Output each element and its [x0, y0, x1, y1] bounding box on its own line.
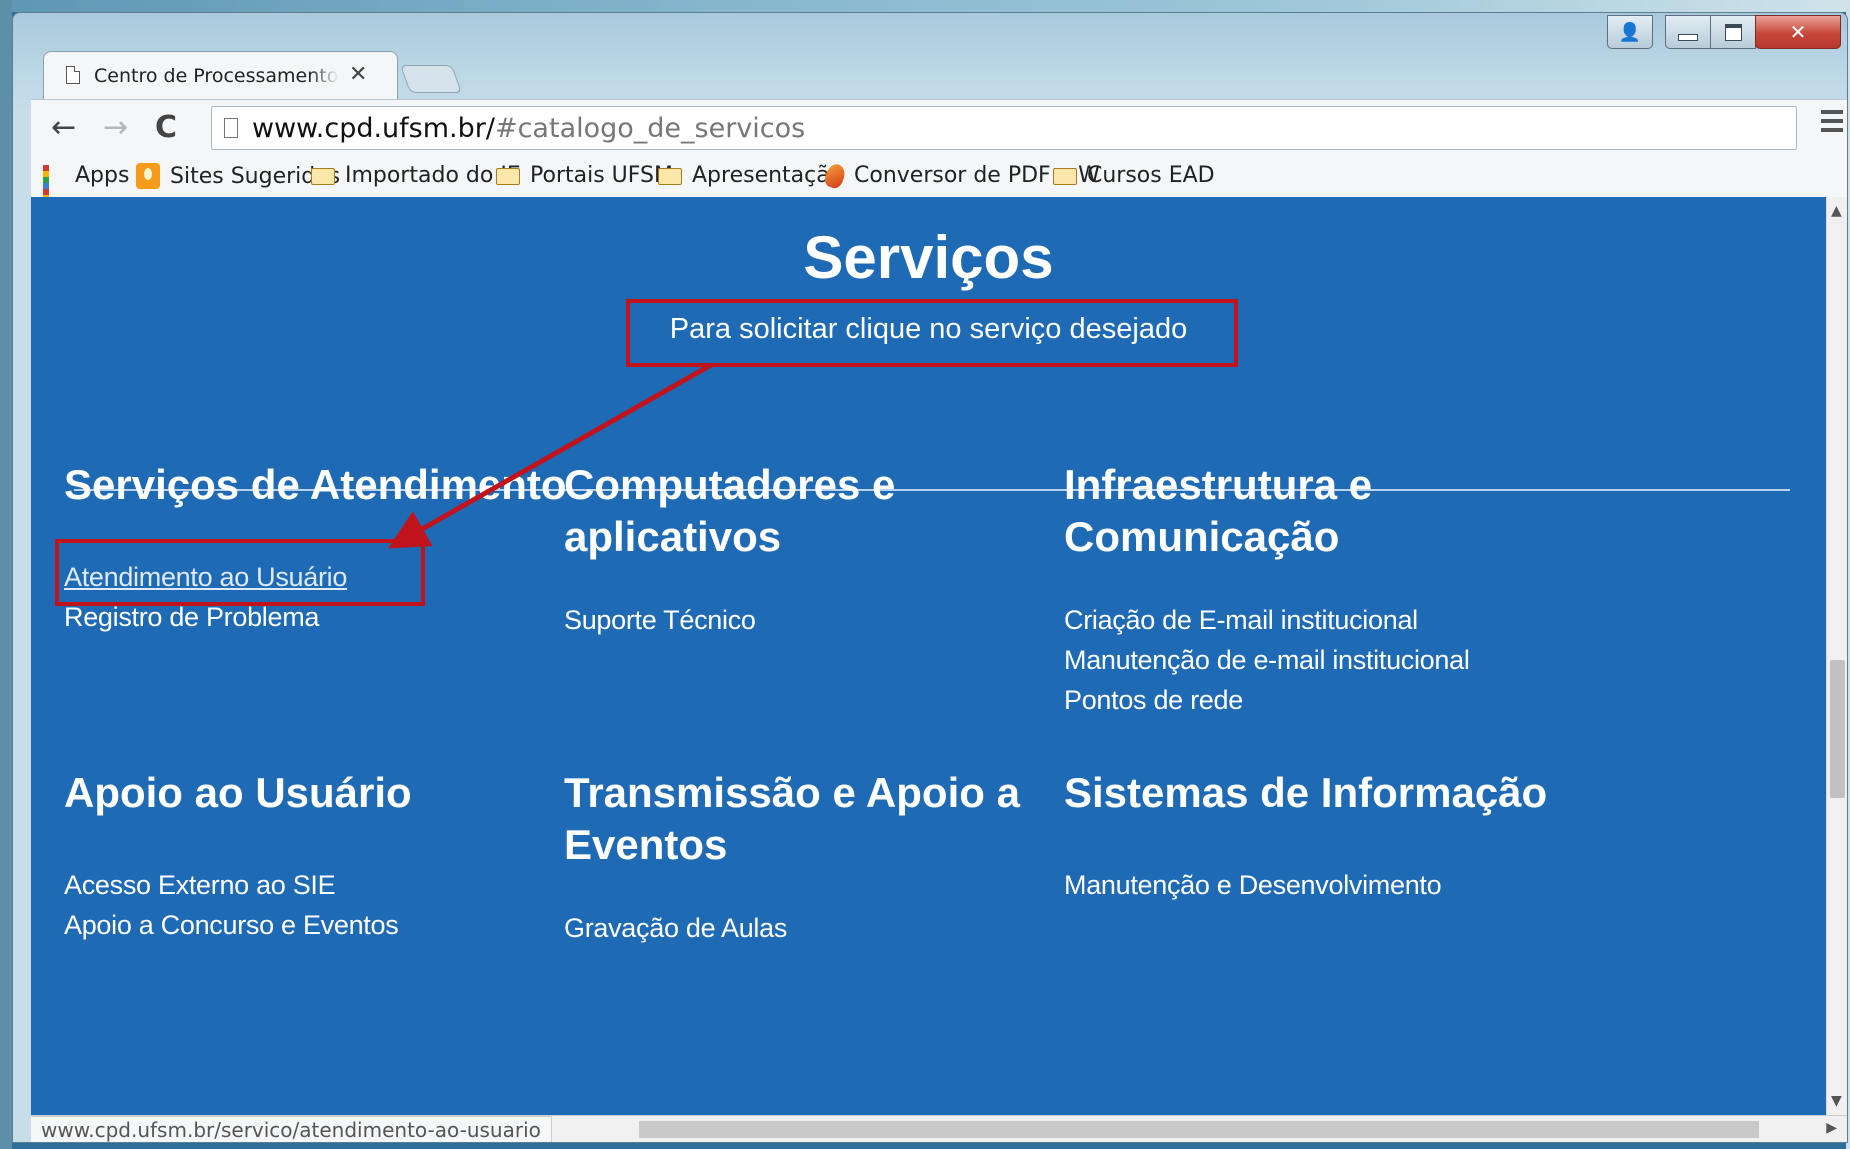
section-title-computadores: Computadores e aplicativos	[564, 461, 896, 560]
desktop-background	[0, 0, 1850, 12]
forward-button[interactable]: →	[103, 110, 128, 146]
bookmark-importado-ie[interactable]: Importado do IE	[311, 163, 521, 188]
user-icon: 👤	[1618, 21, 1642, 43]
back-button[interactable]: ←	[51, 110, 76, 146]
vertical-scrollbar[interactable]: ▲ ▼	[1826, 197, 1847, 1115]
maximize-button[interactable]	[1710, 15, 1756, 49]
horizontal-scroll-thumb[interactable]	[639, 1121, 1759, 1138]
section-title-infraestrutura: Infraestrutura e Comunicação	[1064, 461, 1373, 560]
apps-grid-icon	[43, 164, 65, 219]
bookmark-label: Portais UFSM	[530, 163, 673, 188]
page-subtitle: Para solicitar clique no serviço desejad…	[669, 313, 1188, 345]
close-icon: ✕	[1789, 20, 1807, 44]
minimize-button[interactable]	[1665, 15, 1711, 49]
scroll-right-icon[interactable]: ▶	[1826, 1120, 1837, 1136]
user-profile-button[interactable]: 👤	[1607, 15, 1653, 49]
link-registro-problema[interactable]: Registro de Problema	[64, 602, 319, 633]
folder-icon	[1053, 168, 1077, 185]
link-manutencao-email[interactable]: Manutenção de e-mail institucional	[1064, 645, 1470, 676]
browser-window: 👤 ✕ Centro de Processamento de Dados ✕ ←…	[12, 12, 1848, 1143]
desktop-background-left	[0, 0, 12, 1149]
link-acesso-externo-sie[interactable]: Acesso Externo ao SIE	[64, 870, 336, 901]
section-title-sistemas: Sistemas de Informação	[1064, 769, 1548, 816]
scroll-down-icon[interactable]: ▼	[1831, 1093, 1842, 1109]
folder-icon	[311, 168, 335, 185]
folder-icon	[496, 168, 520, 185]
browser-tab[interactable]: Centro de Processamento de Dados ✕	[43, 51, 398, 101]
browser-toolbar: ← → C www.cpd.ufsm.br/#catalogo_de_servi…	[31, 99, 1847, 156]
minimize-icon	[1678, 33, 1698, 41]
bookmark-sites-sugeridos[interactable]: Sites Sugeridos	[136, 163, 340, 189]
bulb-icon	[136, 163, 160, 189]
folder-icon	[658, 168, 682, 185]
link-apoio-concurso[interactable]: Apoio a Concurso e Eventos	[64, 910, 399, 941]
link-gravacao-aulas[interactable]: Gravação de Aulas	[564, 913, 787, 944]
page-icon	[224, 118, 238, 138]
bookmark-apps[interactable]: Apps	[43, 163, 130, 219]
tab-title: Centro de Processamento de Dados	[94, 65, 339, 87]
close-window-button[interactable]: ✕	[1755, 15, 1841, 49]
status-bubble-url: www.cpd.ufsm.br/servico/atendimento-ao-u…	[31, 1116, 552, 1142]
pdf-converter-icon	[822, 161, 848, 190]
scroll-thumb[interactable]	[1830, 660, 1845, 798]
link-atendimento-usuario[interactable]: Atendimento ao Usuário	[64, 562, 347, 593]
url-fragment: #catalogo_de_servicos	[494, 113, 806, 144]
link-pontos-rede[interactable]: Pontos de rede	[1064, 685, 1243, 716]
section-title-atendimento: Serviços de Atendimento	[64, 461, 567, 508]
page-viewport: Serviços Para solicitar clique no serviç…	[31, 197, 1826, 1115]
tab-close-icon[interactable]: ✕	[349, 62, 367, 87]
scroll-up-icon[interactable]: ▲	[1831, 203, 1842, 219]
new-tab-button[interactable]	[399, 65, 463, 93]
bookmark-label: Apps	[75, 163, 130, 188]
reload-button[interactable]: C	[155, 110, 177, 146]
address-url[interactable]: www.cpd.ufsm.br/#catalogo_de_servicos	[252, 113, 805, 144]
section-title-transmissao: Transmissão e Apoio a Eventos	[564, 769, 1020, 868]
horizontal-scrollbar[interactable]: ▶ www.cpd.ufsm.br/servico/atendimento-ao…	[31, 1115, 1847, 1142]
link-manutencao-desenvolvimento[interactable]: Manutenção e Desenvolvimento	[1064, 870, 1442, 901]
link-criacao-email[interactable]: Criação de E-mail institucional	[1064, 605, 1418, 636]
address-bar[interactable]: www.cpd.ufsm.br/#catalogo_de_servicos ☆	[211, 106, 1797, 150]
bookmark-label: Cursos EAD	[1087, 163, 1215, 188]
maximize-icon	[1724, 23, 1742, 41]
bookmark-label: Apresentação	[692, 163, 844, 188]
menu-icon[interactable]	[1821, 110, 1843, 137]
bookmark-label: Importado do IE	[345, 163, 521, 188]
link-suporte-tecnico[interactable]: Suporte Técnico	[564, 605, 756, 636]
page-icon	[66, 66, 80, 84]
page-title: Serviços	[803, 224, 1054, 291]
url-host: www.cpd.ufsm.br/	[252, 113, 495, 144]
bookmark-cursos-ead[interactable]: Cursos EAD	[1053, 163, 1215, 188]
bookmark-portais-ufsm[interactable]: Portais UFSM	[496, 163, 673, 188]
section-title-apoio-usuario: Apoio ao Usuário	[64, 769, 412, 816]
bookmark-apresentacao[interactable]: Apresentação	[658, 163, 843, 188]
bookmarks-bar: Apps Sites Sugeridos Importado do IE Por…	[31, 155, 1847, 219]
